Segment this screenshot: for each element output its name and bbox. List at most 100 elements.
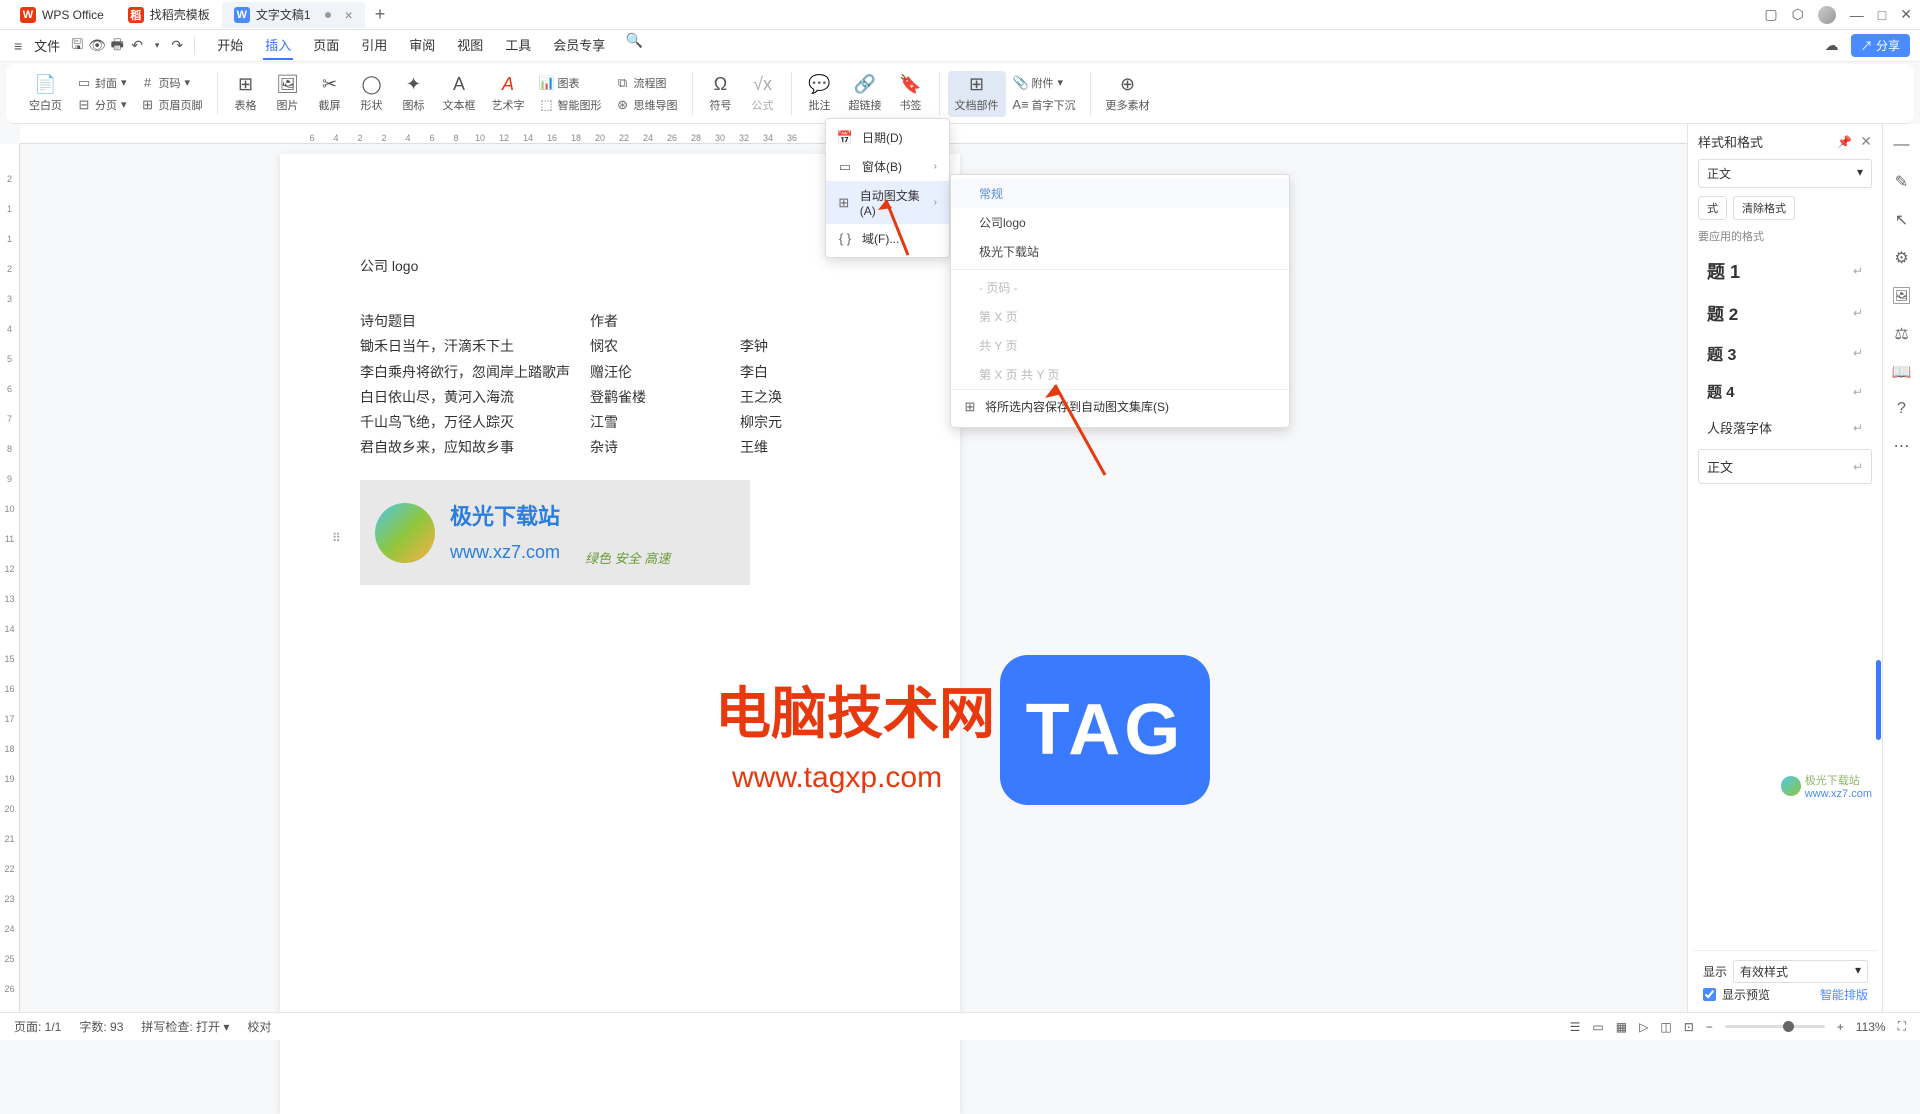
menu-item[interactable]: ▭窗体(B)›	[826, 152, 949, 181]
pencil-icon[interactable]: ✎	[1895, 172, 1908, 192]
ribbon-symbol[interactable]: Ω符号	[701, 71, 741, 117]
pin-icon[interactable]: 📌	[1837, 135, 1852, 149]
collapse-icon[interactable]: —	[1894, 136, 1910, 154]
print-preview-icon[interactable]: 👁	[88, 37, 106, 55]
tab-add-button[interactable]: +	[365, 4, 396, 25]
style-item[interactable]: 题 2↵	[1698, 292, 1872, 333]
style-item[interactable]: 题 4↵	[1698, 373, 1872, 410]
new-style-button[interactable]: 式	[1698, 196, 1727, 220]
view-icon-2[interactable]: ▭	[1592, 1020, 1603, 1034]
tab-reference[interactable]: 引用	[359, 31, 389, 60]
ribbon-mindmap[interactable]: ⊛思维导图	[610, 95, 684, 115]
ribbon-image[interactable]: 🖼图片	[268, 71, 308, 117]
vertical-ruler[interactable]: 2112345678910111213141516171819202122232…	[0, 144, 20, 1014]
print-icon[interactable]: 🖶	[108, 37, 126, 55]
zoom-slider[interactable]	[1725, 1025, 1825, 1028]
status-words[interactable]: 字数: 93	[79, 1018, 123, 1035]
ribbon-wordart[interactable]: A艺术字	[485, 71, 532, 117]
status-proof[interactable]: 校对	[247, 1018, 271, 1035]
tab-review[interactable]: 审阅	[407, 31, 437, 60]
ribbon-cover[interactable]: ▭封面▾	[71, 73, 133, 93]
cursor-icon[interactable]: ↖	[1895, 210, 1908, 230]
ribbon-more[interactable]: ⊕更多素材	[1099, 71, 1157, 117]
ribbon-flowchart[interactable]: ⧉流程图	[610, 73, 684, 93]
cloud-icon[interactable]: ☁	[1823, 37, 1841, 55]
ribbon-pagebreak[interactable]: ⊟分页▾	[71, 95, 133, 115]
fit-icon[interactable]: ⛶	[1898, 1019, 1906, 1034]
book-icon[interactable]: 📖	[1892, 362, 1912, 382]
gear-icon[interactable]: ⚙	[1894, 248, 1908, 268]
tab-tools[interactable]: 工具	[503, 31, 533, 60]
display-select[interactable]: 有效样式▾	[1733, 960, 1868, 983]
maximize-icon[interactable]: □	[1878, 7, 1886, 23]
redo-icon[interactable]: ↷	[168, 37, 186, 55]
smart-layout-link[interactable]: 智能排版	[1820, 986, 1868, 1003]
adjust-icon[interactable]: ⚖	[1894, 324, 1908, 344]
more-tools-icon[interactable]: ⋯	[1894, 436, 1910, 456]
view-icon-6[interactable]: ⊡	[1684, 1020, 1694, 1034]
view-icon-1[interactable]: ☰	[1570, 1020, 1581, 1034]
view-icon-4[interactable]: ▷	[1639, 1020, 1648, 1034]
zoom-in-icon[interactable]: +	[1837, 1020, 1844, 1034]
view-icon-5[interactable]: ◫	[1660, 1020, 1671, 1034]
window-icon[interactable]: ▢	[1764, 6, 1777, 23]
tab-insert[interactable]: 插入	[263, 31, 293, 60]
clear-format-button[interactable]: 清除格式	[1733, 196, 1795, 220]
tab-start[interactable]: 开始	[215, 31, 245, 60]
undo-icon[interactable]: ↶	[128, 37, 146, 55]
share-button[interactable]: ↗ 分享	[1851, 34, 1910, 57]
save-icon[interactable]: 🖫	[68, 37, 86, 55]
hamburger-icon[interactable]: ≡	[10, 34, 26, 58]
help-icon[interactable]: ?	[1897, 400, 1906, 418]
ribbon-hyperlink[interactable]: 🔗超链接	[842, 71, 889, 117]
ribbon-blank-page[interactable]: 📄空白页	[22, 71, 69, 117]
avatar[interactable]	[1818, 6, 1836, 24]
ribbon-screenshot[interactable]: ✂截屏	[310, 71, 350, 117]
ribbon-smartart[interactable]: ⬚智能图形	[534, 95, 608, 115]
tab-template[interactable]: 稻 找稻壳模板	[116, 2, 222, 28]
ribbon-attachment[interactable]: 📎附件▾	[1008, 73, 1082, 93]
tab-page[interactable]: 页面	[311, 31, 341, 60]
layers-icon[interactable]: 🖼	[1891, 286, 1911, 306]
ribbon-pageno[interactable]: #页码▾	[135, 73, 209, 93]
panel-close-icon[interactable]: ✕	[1860, 133, 1872, 150]
autotext-item-logo[interactable]: 公司logo	[951, 208, 1289, 237]
style-item[interactable]: 正文↵	[1698, 449, 1872, 484]
preview-checkbox[interactable]	[1703, 988, 1716, 1001]
embedded-image[interactable]: ⠿ 极光下载站 www.xz7.com 绿色 安全 高速	[360, 480, 750, 585]
undo-dropdown-icon[interactable]: ▾	[148, 37, 166, 55]
tab-document[interactable]: W 文字文稿1 ×	[222, 2, 365, 28]
minimize-icon[interactable]: —	[1850, 7, 1864, 23]
status-spell[interactable]: 拼写检查: 打开 ▾	[141, 1018, 229, 1035]
ribbon-headerfooter[interactable]: ⊞页眉页脚	[135, 95, 209, 115]
tab-member[interactable]: 会员专享	[551, 31, 607, 60]
ribbon-docparts[interactable]: ⊞文档部件	[948, 71, 1006, 117]
current-style-select[interactable]: 正文▾	[1698, 159, 1872, 188]
close-icon[interactable]: ✕	[1900, 6, 1912, 23]
style-item[interactable]: 人段落字体↵	[1698, 410, 1872, 445]
cube-icon[interactable]: ⬡	[1792, 6, 1804, 23]
ribbon-bookmark[interactable]: 🔖书签	[891, 71, 931, 117]
ribbon-equation[interactable]: √x公式	[743, 71, 783, 117]
style-item[interactable]: 题 1↵	[1698, 250, 1872, 292]
zoom-out-icon[interactable]: −	[1706, 1020, 1713, 1034]
view-icon-3[interactable]: ▦	[1616, 1020, 1627, 1034]
search-icon[interactable]: 🔍	[625, 31, 643, 49]
autotext-save[interactable]: ⊞将所选内容保存到自动图文集库(S)	[951, 389, 1289, 423]
autotext-item-site[interactable]: 极光下载站	[951, 237, 1289, 266]
ribbon-dropcap[interactable]: A≡首字下沉	[1008, 95, 1082, 115]
ribbon-textbox[interactable]: A文本框	[436, 71, 483, 117]
ribbon-table[interactable]: ⊞表格	[226, 71, 266, 117]
status-page[interactable]: 页面: 1/1	[14, 1018, 61, 1035]
style-item[interactable]: 题 3↵	[1698, 333, 1872, 373]
menu-item[interactable]: 📅日期(D)	[826, 123, 949, 152]
page[interactable]: 公司 logo 诗句题目作者锄禾日当午，汗滴禾下土悯农李钟李白乘舟将欲行，忽闻岸…	[280, 154, 960, 1114]
zoom-value[interactable]: 113%	[1856, 1020, 1886, 1034]
ribbon-iconlib[interactable]: ✦图标	[394, 71, 434, 117]
ribbon-chart[interactable]: 📊图表	[534, 73, 608, 93]
scrollbar-accent[interactable]	[1876, 660, 1881, 740]
tab-view[interactable]: 视图	[455, 31, 485, 60]
ribbon-shape[interactable]: ◯形状	[352, 71, 392, 117]
tab-close-icon[interactable]: ×	[345, 7, 353, 23]
ribbon-comment[interactable]: 💬批注	[800, 71, 840, 117]
